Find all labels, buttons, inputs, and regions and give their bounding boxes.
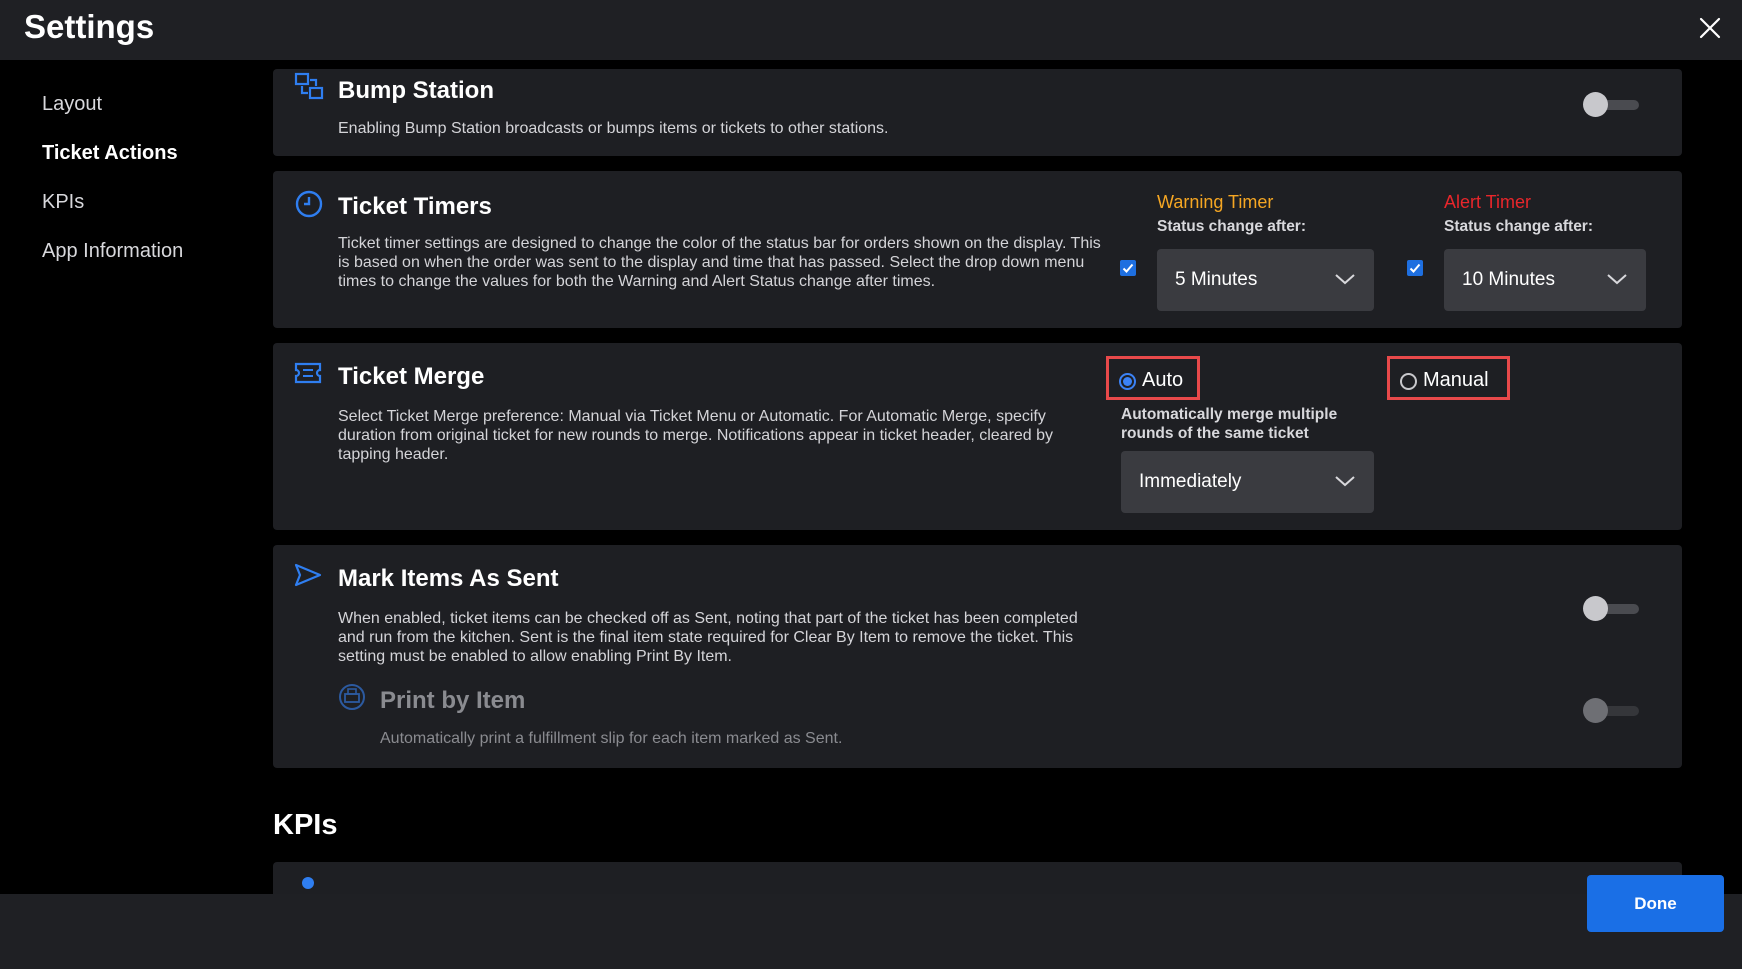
done-button[interactable]: Done (1587, 875, 1724, 932)
checkmark-icon (1122, 263, 1134, 273)
close-icon (1699, 17, 1721, 39)
clock-icon (295, 190, 323, 218)
merge-manual-label: Manual (1423, 369, 1489, 391)
send-icon (294, 563, 322, 587)
warning-timer-value: 5 Minutes (1175, 269, 1258, 290)
close-button[interactable] (1696, 14, 1724, 42)
warning-timer-label: Warning Timer (1157, 192, 1274, 212)
mark-items-sent-description: When enabled, ticket items can be checke… (338, 610, 1078, 665)
ticket-merge-card: Ticket Merge Select Ticket Merge prefere… (273, 343, 1682, 530)
alert-timer-checkbox[interactable] (1407, 260, 1423, 276)
mark-items-sent-toggle[interactable] (1583, 595, 1639, 621)
person-icon (302, 877, 314, 889)
merge-auto-label: Auto (1142, 369, 1184, 391)
chevron-down-icon (1335, 274, 1355, 285)
warning-timer-select[interactable]: 5 Minutes (1157, 249, 1374, 311)
alert-status-label: Status change after: (1444, 218, 1594, 235)
print-by-item-description: Automatically print a fulfillment slip f… (380, 730, 843, 747)
ticket-icon (294, 362, 322, 384)
bump-station-title: Bump Station (338, 77, 494, 104)
mark-items-sent-title: Mark Items As Sent (338, 565, 559, 592)
radio-selected-icon (1119, 373, 1136, 390)
mark-items-sent-card: Mark Items As Sent When enabled, ticket … (273, 545, 1682, 768)
print-by-item-title: Print by Item (380, 687, 526, 714)
ticket-timers-description: Ticket timer settings are designed to ch… (338, 235, 1101, 290)
merge-manual-radio[interactable]: Manual (1387, 356, 1510, 400)
footer-bar (0, 894, 1742, 969)
ticket-merge-description: Select Ticket Merge preference: Manual v… (338, 408, 1054, 463)
kpis-section-heading: KPIs (273, 809, 338, 841)
ticket-timers-card: Ticket Timers Ticket timer settings are … (273, 171, 1682, 328)
ticket-merge-title: Ticket Merge (338, 363, 485, 390)
warning-timer-checkbox[interactable] (1120, 260, 1136, 276)
alert-timer-select[interactable]: 10 Minutes (1444, 249, 1646, 311)
radio-unselected-icon (1400, 373, 1417, 390)
warning-status-label: Status change after: (1157, 218, 1307, 235)
bump-station-card: Bump Station Enabling Bump Station broad… (273, 69, 1682, 156)
ticket-timers-title: Ticket Timers (338, 193, 492, 220)
chevron-down-icon (1607, 274, 1627, 285)
header-bar: Settings (0, 0, 1742, 60)
bump-station-icon (294, 72, 324, 100)
bump-station-description: Enabling Bump Station broadcasts or bump… (338, 120, 889, 137)
merge-duration-select[interactable]: Immediately (1121, 451, 1374, 513)
merge-auto-radio[interactable]: Auto (1106, 356, 1200, 400)
print-by-item-toggle[interactable] (1583, 697, 1639, 723)
page-title: Settings (24, 8, 155, 45)
merge-hint-text: Automatically merge multiple rounds of t… (1121, 406, 1338, 442)
merge-duration-value: Immediately (1139, 471, 1242, 492)
kpis-card-partial (273, 862, 1682, 894)
alert-timer-label: Alert Timer (1444, 192, 1532, 212)
printer-icon (339, 684, 365, 710)
bump-station-toggle[interactable] (1583, 91, 1639, 117)
chevron-down-icon (1335, 476, 1355, 487)
settings-content[interactable]: Bump Station Enabling Bump Station broad… (0, 60, 1742, 894)
checkmark-icon (1409, 263, 1421, 273)
alert-timer-value: 10 Minutes (1462, 269, 1555, 290)
